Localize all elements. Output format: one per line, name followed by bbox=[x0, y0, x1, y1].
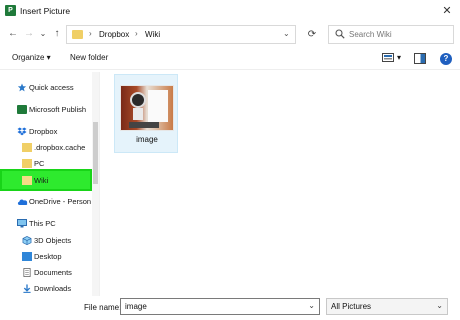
folder-icon bbox=[22, 143, 32, 152]
file-list: image bbox=[104, 72, 460, 296]
publisher-icon bbox=[17, 105, 27, 114]
chevron-down-icon[interactable]: ⌄ bbox=[308, 301, 315, 310]
up-button[interactable]: ↑ bbox=[50, 27, 64, 41]
publisher-app-icon: P bbox=[5, 5, 16, 16]
image-thumbnail bbox=[120, 85, 174, 131]
breadcrumb-separator: › bbox=[135, 29, 138, 38]
folder-icon bbox=[22, 159, 32, 168]
nav-item-label: Downloads bbox=[34, 284, 72, 293]
file-name-value: image bbox=[125, 302, 147, 311]
navigation-pane: Quick access Microsoft Publish Dropbox .… bbox=[0, 72, 100, 296]
command-bar: Organize ▾ New folder ▾ ? bbox=[0, 48, 460, 70]
nav-item-desktop[interactable]: Desktop bbox=[0, 249, 92, 265]
file-name-input[interactable]: image ⌄ bbox=[120, 298, 320, 315]
dropbox-icon bbox=[17, 127, 27, 136]
downloads-icon bbox=[23, 284, 31, 293]
desktop-icon bbox=[22, 252, 32, 261]
nav-item-quick-access[interactable]: Quick access bbox=[0, 80, 92, 96]
nav-item-label: Dropbox bbox=[29, 127, 58, 136]
new-folder-button[interactable]: New folder bbox=[70, 53, 108, 62]
chevron-down-icon: ⌄ bbox=[436, 301, 443, 310]
nav-item-onedrive[interactable]: OneDrive - Person bbox=[0, 194, 92, 210]
file-name-bar: File name: image ⌄ All Pictures ⌄ bbox=[0, 296, 460, 320]
nav-scrollbar[interactable] bbox=[92, 72, 99, 296]
nav-item-microsoft-publisher[interactable]: Microsoft Publish bbox=[0, 102, 92, 118]
nav-item-documents[interactable]: Documents bbox=[0, 265, 92, 281]
search-input[interactable]: Search Wiki bbox=[328, 25, 454, 44]
cube-icon bbox=[22, 236, 32, 245]
nav-item-3d-objects[interactable]: 3D Objects bbox=[0, 233, 92, 249]
breadcrumb-dropbox[interactable]: Dropbox bbox=[99, 30, 129, 39]
recent-locations-dropdown[interactable]: ⌄ bbox=[36, 27, 50, 41]
nav-item-label: Quick access bbox=[29, 83, 74, 92]
window-title: Insert Picture bbox=[20, 6, 71, 16]
nav-item-wiki[interactable]: Wiki bbox=[0, 169, 92, 191]
organize-button[interactable]: Organize ▾ bbox=[12, 53, 51, 62]
search-placeholder: Search Wiki bbox=[349, 30, 392, 39]
folder-icon bbox=[72, 30, 83, 39]
title-bar: P Insert Picture ✕ bbox=[0, 0, 460, 22]
nav-item-label: Wiki bbox=[34, 176, 49, 185]
nav-item-label: This PC bbox=[29, 219, 56, 228]
back-button[interactable]: ← bbox=[6, 27, 20, 41]
nav-item-dropbox[interactable]: Dropbox bbox=[0, 124, 92, 140]
file-type-value: All Pictures bbox=[331, 302, 372, 311]
file-name-label: image bbox=[136, 135, 158, 144]
nav-item-this-pc[interactable]: This PC bbox=[0, 216, 92, 232]
forward-button[interactable]: → bbox=[22, 27, 36, 41]
nav-item-label: 3D Objects bbox=[34, 236, 72, 245]
preview-pane-icon[interactable] bbox=[414, 53, 426, 64]
view-options-icon[interactable] bbox=[382, 53, 394, 64]
nav-item-dropbox-cache[interactable]: .dropbox.cache bbox=[0, 140, 92, 156]
documents-icon bbox=[23, 268, 31, 277]
star-icon bbox=[17, 83, 27, 92]
search-icon bbox=[335, 29, 345, 39]
address-row: ← → ⌄ ↑ › Dropbox › Wiki ⌄ ⟳ Search Wiki bbox=[0, 22, 460, 46]
scrollbar-thumb[interactable] bbox=[93, 122, 98, 184]
folder-icon bbox=[22, 176, 32, 185]
nav-item-label: Microsoft Publish bbox=[29, 105, 87, 114]
computer-icon bbox=[17, 219, 27, 228]
address-bar[interactable]: › Dropbox › Wiki ⌄ bbox=[66, 25, 296, 44]
file-type-select[interactable]: All Pictures ⌄ bbox=[326, 298, 448, 315]
breadcrumb-separator: › bbox=[89, 29, 92, 38]
nav-item-label: PC bbox=[34, 159, 45, 168]
nav-item-label: OneDrive - Person bbox=[29, 197, 92, 206]
view-dropdown-icon[interactable]: ▾ bbox=[397, 53, 401, 62]
nav-item-downloads[interactable]: Downloads bbox=[0, 281, 92, 296]
cloud-icon bbox=[17, 199, 28, 205]
nav-item-label: Documents bbox=[34, 268, 72, 277]
refresh-button[interactable]: ⟳ bbox=[302, 25, 322, 44]
address-dropdown-icon[interactable]: ⌄ bbox=[283, 29, 290, 38]
nav-item-label: .dropbox.cache bbox=[34, 143, 86, 152]
file-item-image[interactable]: image bbox=[114, 74, 178, 153]
help-icon[interactable]: ? bbox=[440, 53, 452, 65]
breadcrumb-wiki[interactable]: Wiki bbox=[145, 30, 160, 39]
close-button[interactable]: ✕ bbox=[438, 3, 456, 19]
file-name-label: File name: bbox=[84, 303, 122, 312]
nav-item-label: Desktop bbox=[34, 252, 62, 261]
